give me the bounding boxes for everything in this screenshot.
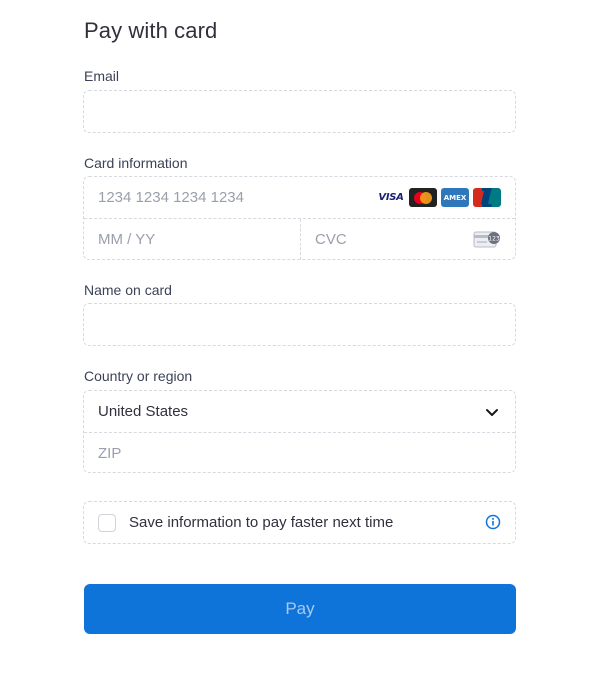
save-info-container: Save information to pay faster next time — [83, 501, 516, 544]
mastercard-icon — [409, 188, 437, 207]
pay-button[interactable]: Pay — [84, 584, 516, 634]
expiry-placeholder: MM / YY — [98, 231, 156, 248]
zip-placeholder: ZIP — [98, 444, 122, 462]
email-label: Email — [84, 68, 120, 84]
email-field[interactable] — [83, 90, 516, 133]
page-title: Pay with card — [84, 18, 218, 43]
card-brands: VISA AMEX — [377, 188, 501, 207]
card-number-field[interactable]: 1234 1234 1234 1234 VISA AMEX — [84, 177, 515, 218]
country-group: United States ZIP — [83, 390, 516, 473]
zip-field[interactable]: ZIP — [84, 432, 515, 473]
chevron-down-icon — [485, 405, 499, 422]
visa-icon: VISA — [377, 188, 405, 207]
checkout-page: Pay with card Email Card information 123… — [0, 0, 592, 676]
save-info-checkbox[interactable] — [98, 513, 116, 532]
card-information-group: 1234 1234 1234 1234 VISA AMEX MM / YY CV… — [83, 176, 516, 260]
cvc-placeholder: CVC — [315, 231, 347, 248]
svg-text:123: 123 — [488, 235, 500, 242]
card-number-placeholder: 1234 1234 1234 1234 — [98, 189, 244, 206]
cvc-field[interactable]: CVC 123 — [301, 219, 515, 260]
card-information-label: Card information — [84, 155, 188, 171]
country-label: Country or region — [84, 368, 193, 384]
save-info-label[interactable]: Save information to pay faster next time — [129, 514, 393, 531]
amex-icon: AMEX — [441, 188, 469, 207]
info-icon[interactable] — [485, 514, 501, 534]
unionpay-icon — [473, 188, 501, 207]
cvc-card-icon: 123 — [473, 230, 501, 253]
expiry-field[interactable]: MM / YY — [84, 219, 301, 260]
country-selected-value: United States — [98, 403, 189, 420]
country-select[interactable]: United States — [84, 391, 515, 432]
name-on-card-field[interactable] — [83, 303, 516, 346]
name-on-card-label: Name on card — [84, 282, 172, 298]
